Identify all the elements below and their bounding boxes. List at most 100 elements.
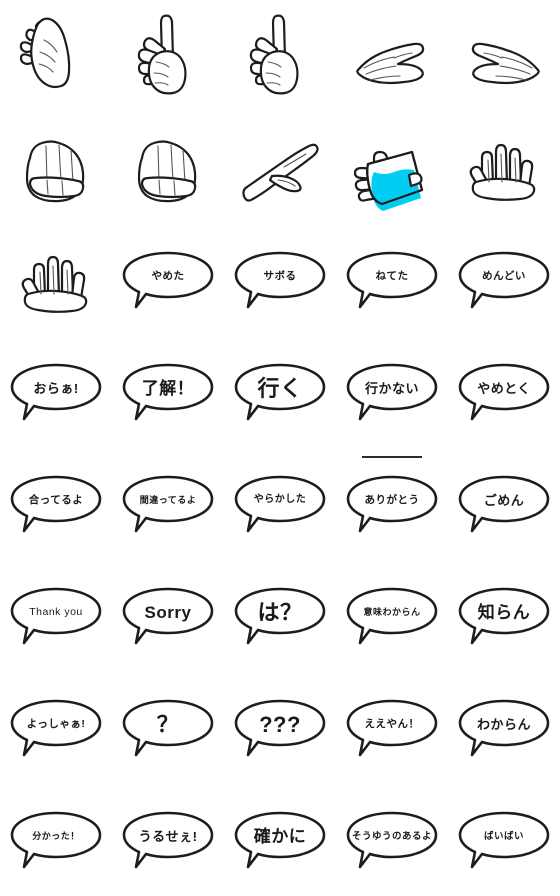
finger-snap-hand-icon: [19, 17, 71, 89]
speech-bubble-icon[interactable]: Sorry: [118, 585, 218, 647]
sticker-cell-bubble[interactable]: よっしゃぁ!: [0, 672, 112, 784]
sticker-cell-hand[interactable]: [0, 0, 112, 112]
speech-bubble-icon[interactable]: 行かない: [342, 361, 442, 423]
sticker-cell-hand[interactable]: [112, 112, 224, 224]
bubble-label: ねてた: [375, 269, 409, 282]
speech-bubble-icon[interactable]: おらぁ!: [6, 361, 106, 423]
sticker-cell-bubble[interactable]: 分かった！: [0, 784, 112, 896]
bubble-label: やめとく: [477, 380, 531, 396]
sticker-cell-hand[interactable]: [224, 0, 336, 112]
sticker-cell-bubble[interactable]: ごめん: [448, 448, 560, 560]
bubble-label: は？: [257, 599, 303, 625]
speech-bubble-icon[interactable]: 確かに: [230, 809, 330, 871]
bubble-label: 確かに: [253, 826, 307, 846]
bubble-label: よっしゃぁ!: [26, 717, 86, 730]
sticker-cell-bubble[interactable]: Thank you: [0, 560, 112, 672]
speech-bubble-icon[interactable]: 意味わからん: [342, 585, 442, 647]
bubble-label: Thank you: [29, 605, 83, 618]
sticker-cell-bubble[interactable]: 知らん: [448, 560, 560, 672]
bubble-label: めんどい: [482, 269, 526, 282]
sticker-grid: やめた サボる ねてた めんどいおらぁ! 了解！ 行く 行かない やめとく合ってるよ 間違ってる…: [0, 0, 560, 896]
sticker-cell-bubble[interactable]: うるせぇ!: [112, 784, 224, 896]
speech-bubble-icon[interactable]: 分かった！: [6, 809, 106, 871]
speech-bubble-icon[interactable]: サボる: [230, 249, 330, 311]
speech-bubble-icon[interactable]: 知らん: [454, 585, 554, 647]
sticker-cell-bubble[interactable]: 行かない: [336, 336, 448, 448]
speech-bubble-icon[interactable]: ？: [118, 697, 218, 759]
sticker-cell-bubble[interactable]: 合ってるよ: [0, 448, 112, 560]
sticker-cell-hand[interactable]: [112, 0, 224, 112]
bubble-label: やらかした: [253, 494, 307, 506]
speech-bubble-icon[interactable]: やらかした: [230, 473, 330, 535]
sticker-sheet: やめた サボる ねてた めんどいおらぁ! 了解！ 行く 行かない やめとく合ってるよ 間違ってる…: [0, 0, 560, 896]
sticker-cell-hand[interactable]: [336, 112, 448, 224]
bubble-label: ええやん！: [364, 717, 420, 730]
sticker-cell-bubble[interactable]: ばいばい: [448, 784, 560, 896]
speech-bubble-icon[interactable]: 了解！: [118, 361, 218, 423]
speech-bubble-icon[interactable]: ありがとう: [342, 473, 442, 535]
index-finger-up-hand-icon: [137, 14, 187, 95]
bubble-label: やめた: [151, 269, 185, 282]
sticker-cell-bubble[interactable]: おらぁ!: [0, 336, 112, 448]
pointing-hand-icon: [242, 143, 319, 202]
sticker-cell-bubble[interactable]: やめとく: [448, 336, 560, 448]
speech-bubble-icon[interactable]: わからん: [454, 697, 554, 759]
sticker-cell-hand[interactable]: [336, 0, 448, 112]
flat-hand-right-icon: [471, 42, 540, 85]
index-finger-up-hand-icon-2: [249, 14, 299, 95]
bubble-label: ごめん: [483, 492, 525, 508]
sticker-cell-hand[interactable]: [0, 224, 112, 336]
sticker-cell-bubble[interactable]: 間違ってるよ: [112, 448, 224, 560]
sticker-cell-bubble[interactable]: ？: [112, 672, 224, 784]
speech-bubble-icon[interactable]: よっしゃぁ!: [6, 697, 106, 759]
sticker-cell-bubble[interactable]: Sorry: [112, 560, 224, 672]
sticker-cell-hand[interactable]: [0, 112, 112, 224]
sticker-cell-bubble[interactable]: ???: [224, 672, 336, 784]
bubble-label: ???: [259, 711, 301, 737]
spread-fingers-hand-icon-2: [21, 255, 88, 313]
separator-line: [362, 456, 422, 458]
sticker-cell-bubble[interactable]: わからん: [448, 672, 560, 784]
speech-bubble-icon[interactable]: 合ってるよ: [6, 473, 106, 535]
speech-bubble-icon[interactable]: 行く: [230, 361, 330, 423]
sticker-cell-hand[interactable]: [224, 112, 336, 224]
sticker-cell-bubble[interactable]: ありがとう: [336, 448, 448, 560]
sticker-cell-bubble[interactable]: やめた: [112, 224, 224, 336]
speech-bubble-icon[interactable]: そうゆうのあるよ: [342, 809, 442, 871]
speech-bubble-icon[interactable]: ええやん！: [342, 697, 442, 759]
sticker-cell-bubble[interactable]: 確かに: [224, 784, 336, 896]
sticker-cell-bubble[interactable]: 了解！: [112, 336, 224, 448]
hand-holding-cup-icon: [353, 150, 424, 211]
sticker-cell-bubble[interactable]: そうゆうのあるよ: [336, 784, 448, 896]
sticker-cell-hand[interactable]: [448, 112, 560, 224]
speech-bubble-icon[interactable]: 間違ってるよ: [118, 473, 218, 535]
sticker-cell-bubble[interactable]: 行く: [224, 336, 336, 448]
speech-bubble-icon[interactable]: やめとく: [454, 361, 554, 423]
bubble-label: 行く: [257, 375, 303, 401]
speech-bubble-icon[interactable]: やめた: [118, 249, 218, 311]
speech-bubble-icon[interactable]: うるせぇ!: [118, 809, 218, 871]
sticker-cell-bubble[interactable]: ねてた: [336, 224, 448, 336]
sticker-cell-bubble[interactable]: めんどい: [448, 224, 560, 336]
speech-bubble-icon[interactable]: は？: [230, 585, 330, 647]
speech-bubble-icon[interactable]: ばいばい: [454, 809, 554, 871]
bubble-label: 間違ってるよ: [139, 494, 197, 505]
sticker-cell-bubble[interactable]: サボる: [224, 224, 336, 336]
sticker-cell-hand[interactable]: [448, 0, 560, 112]
bubble-label: ありがとう: [364, 493, 420, 506]
bubble-label: 意味わからん: [363, 606, 421, 617]
sticker-cell-bubble[interactable]: 意味わからん: [336, 560, 448, 672]
speech-bubble-icon[interactable]: ねてた: [342, 249, 442, 311]
speech-bubble-icon[interactable]: Thank you: [6, 585, 106, 647]
speech-bubble-icon[interactable]: ごめん: [454, 473, 554, 535]
speech-bubble-icon[interactable]: めんどい: [454, 249, 554, 311]
sticker-cell-bubble[interactable]: ええやん！: [336, 672, 448, 784]
speech-bubble-icon[interactable]: ???: [230, 697, 330, 759]
bubble-label: そうゆうのあるよ: [351, 830, 432, 842]
bubble-label: 合ってるよ: [28, 493, 84, 506]
bubble-label: Sorry: [144, 602, 192, 622]
sticker-cell-bubble[interactable]: やらかした: [224, 448, 336, 560]
bubble-label: サボる: [263, 269, 297, 282]
bubble-label: ばいばい: [483, 830, 524, 842]
sticker-cell-bubble[interactable]: は？: [224, 560, 336, 672]
